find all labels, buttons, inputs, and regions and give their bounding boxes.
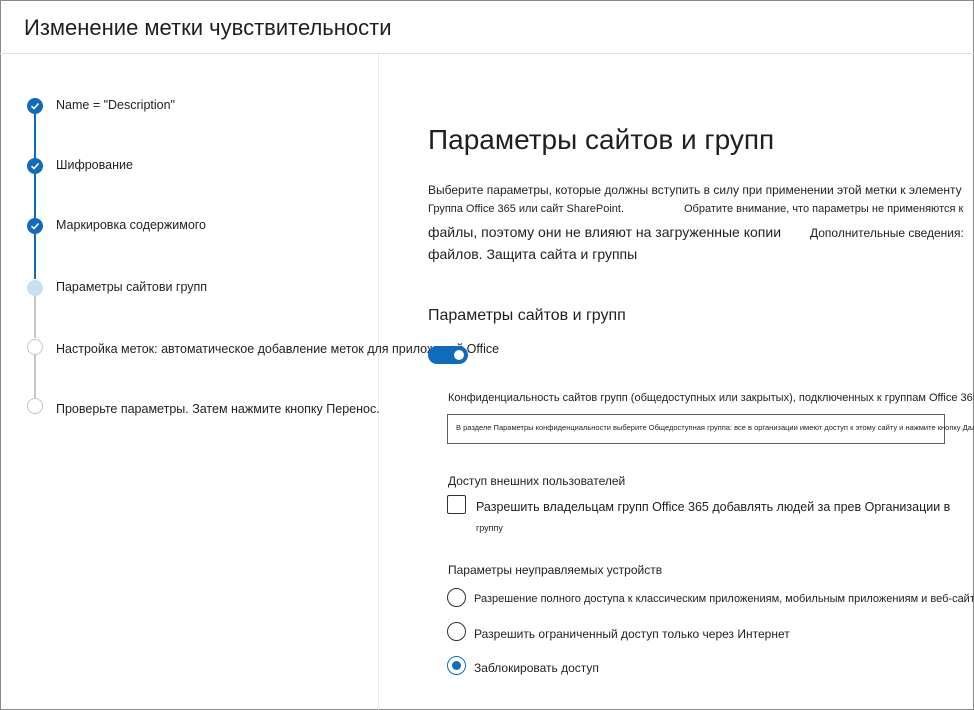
step-label: Проверьте параметры. Затем нажмите кнопк…	[56, 402, 380, 416]
site-group-settings-toggle[interactable]	[428, 346, 468, 364]
learn-more-link[interactable]: Дополнительные сведения:	[810, 226, 964, 240]
step-connector	[34, 354, 36, 398]
radio-selected-dot	[452, 661, 461, 670]
page-title: Изменение метки чувствительности	[24, 15, 392, 40]
radio-full-access-label: Разрешение полного доступа к классически…	[474, 593, 974, 605]
step-label: Шифрование	[56, 158, 133, 172]
step-connector	[34, 234, 36, 279]
description-line: файлов. Защита сайта и группы	[428, 246, 638, 262]
privacy-label: Конфиденциальность сайтов групп (общедос…	[448, 392, 974, 404]
description-line: файлы, поэтому они не влияют на загружен…	[428, 224, 782, 240]
description-line: Выберите параметры, которые должны вступ…	[428, 183, 962, 197]
external-users-checkbox[interactable]	[447, 495, 466, 514]
step-connector	[34, 296, 36, 338]
toggle-knob	[454, 350, 464, 360]
step-label: Name = "Description"	[56, 98, 175, 112]
page-header: Изменение метки чувствительности	[0, 0, 974, 54]
step-connector	[34, 174, 36, 220]
radio-full-access[interactable]	[447, 588, 466, 607]
external-users-checkbox-label-2: группу	[476, 523, 503, 533]
radio-limited-access-label: Разрешить ограниченный доступ только чер…	[474, 627, 790, 641]
radio-block-access[interactable]	[447, 656, 466, 675]
radio-limited-access[interactable]	[447, 622, 466, 641]
radio-block-access-label: Заблокировать доступ	[474, 661, 599, 675]
step-label: Маркировка содержимого	[56, 218, 207, 232]
privacy-dropdown-value: В разделе Параметры конфиденциальности в…	[456, 423, 974, 432]
privacy-dropdown[interactable]: В разделе Параметры конфиденциальности в…	[447, 414, 974, 444]
pending-step-icon	[27, 339, 43, 355]
external-access-title: Доступ внешних пользователей	[448, 474, 626, 488]
checkmark-icon	[27, 158, 43, 174]
unmanaged-devices-title: Параметры неуправляемых устройств	[448, 563, 663, 577]
description-line: Обратите внимание, что параметры не прим…	[684, 203, 964, 215]
settings-section-title: Параметры сайтов и групп	[428, 307, 626, 324]
section-heading: Параметры сайтов и групп	[428, 124, 775, 155]
current-step-icon	[27, 280, 43, 296]
external-users-checkbox-label: Разрешить владельцам групп Office 365 до…	[476, 500, 951, 514]
pending-step-icon	[27, 398, 43, 414]
panel-divider	[378, 54, 379, 710]
checkmark-icon	[27, 218, 43, 234]
step-connector	[34, 114, 36, 160]
description-line: Группа Office 365 или сайт SharePoint.	[428, 203, 625, 215]
step-label: Параметры сайтови групп	[56, 280, 208, 294]
checkmark-icon	[27, 98, 43, 114]
